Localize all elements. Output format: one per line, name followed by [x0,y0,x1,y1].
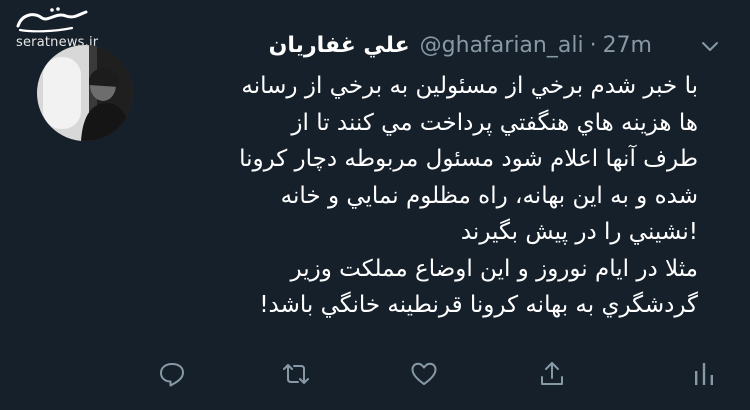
retweet-icon [283,364,309,384]
watermark-logo [16,7,88,33]
analytics-icon [695,363,713,385]
display-name[interactable]: علي غفاريان [269,33,410,58]
share-icon [541,362,563,385]
tweet-text-line: شده و به اين بهانه، راه مظلوم نمايي و خا… [280,182,698,209]
action-bar [0,358,750,394]
more-options-button[interactable] [700,36,720,56]
reply-button[interactable] [156,358,188,390]
avatar[interactable] [37,45,133,141]
separator-dot: · [589,32,597,58]
tweet-text: با خبر شدم برخي از مسئولين به برخي از رس… [150,68,698,324]
retweet-button[interactable] [280,358,312,390]
tweet-text-line: مثلا در ايام نوروز و اين اوضاع مملكت وزي… [290,255,698,282]
handle-line: @ghafarian_ali · 27m [420,33,652,58]
tweet-text-line: با خبر شدم برخي از مسئولين به برخي از رس… [241,73,698,99]
tweet-text-line: طرف آنها اعلام شود مسئول مربوطه دچار كرو… [239,146,698,172]
share-button[interactable] [536,358,568,390]
tweet-text-line: !نشيني را در پيش بگيرند [460,219,698,245]
tweet-header: علي غفاريان @ghafarian_ali · 27m [150,30,652,60]
chevron-down-icon [702,42,718,51]
tweet-text-line: گردشگري به بهانه كرونا قرنطينه خانگي باش… [259,292,698,318]
like-button[interactable] [408,358,440,390]
tweet-text-line: ها هزينه هاي هنگفتي پرداخت مي كنند تا از [291,109,698,136]
analytics-button[interactable] [688,358,720,390]
avatar-image [37,45,133,141]
reply-icon [160,363,184,387]
heart-icon [411,362,437,385]
timestamp[interactable]: 27m [603,33,652,58]
user-handle[interactable]: @ghafarian_ali [420,33,584,58]
